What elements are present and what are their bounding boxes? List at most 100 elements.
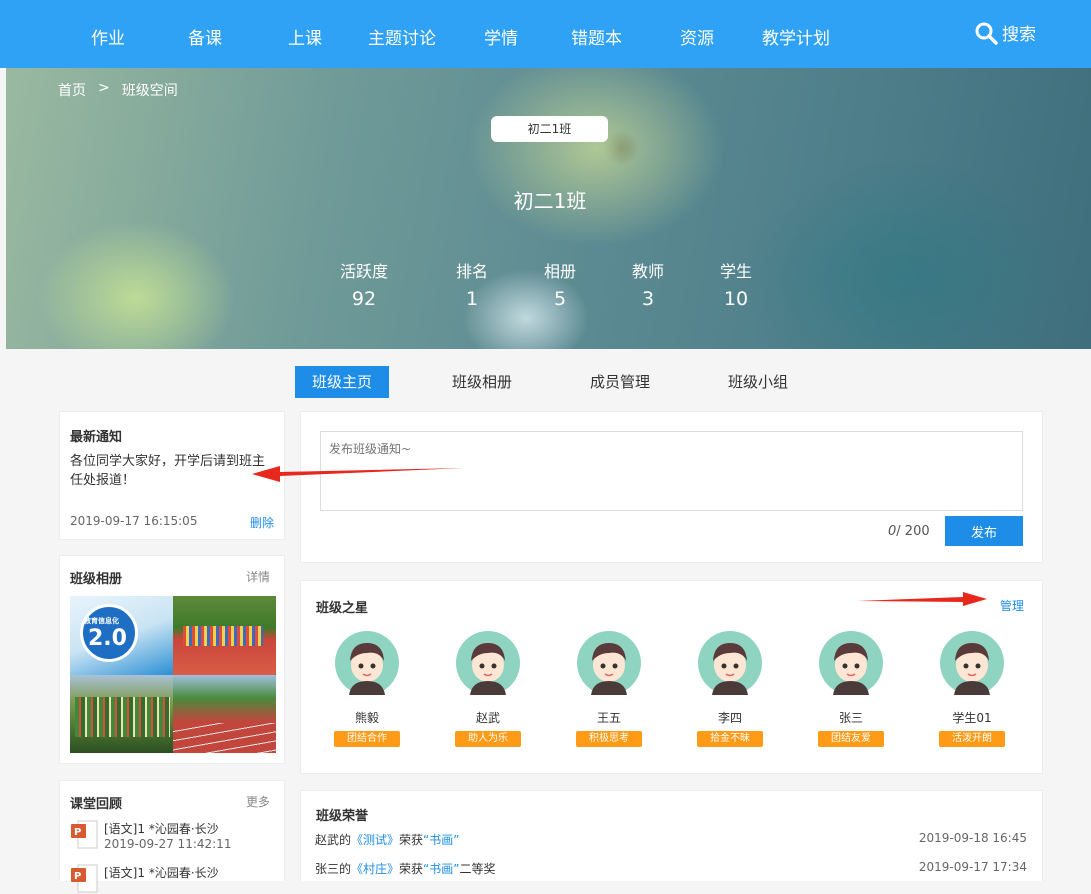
notice-title: 最新通知 (70, 430, 123, 445)
album-photo-3[interactable] (70, 675, 173, 753)
nav-lesson-prep[interactable]: 备课 (188, 24, 222, 49)
honor-who: 张三的 (315, 862, 352, 876)
stat-rank: 排名 1 (440, 258, 504, 310)
star-badge: 团结合作 (334, 731, 400, 747)
class-title: 初二1班 (513, 189, 587, 213)
stat-value: 3 (641, 288, 655, 310)
svg-text:P: P (74, 827, 81, 838)
stat-value: 5 (553, 288, 567, 310)
star-badge: 团结友爱 (818, 731, 884, 747)
student-avatar (698, 631, 762, 695)
star-item[interactable]: 赵武 助人为乐 (443, 631, 533, 747)
stat-value: 92 (351, 288, 377, 310)
honor-time: 2019-09-17 17:34 (918, 860, 1027, 874)
breadcrumb-separator: > (98, 80, 110, 96)
nav-homework[interactable]: 作业 (91, 24, 125, 49)
tab-member-management[interactable]: 成员管理 (573, 366, 667, 398)
album-detail-link[interactable]: 详情 (246, 568, 270, 585)
search-icon (975, 22, 998, 45)
star-badge: 活泼开朗 (939, 731, 1005, 747)
nav-analytics[interactable]: 学情 (484, 24, 518, 49)
nav-teaching-plan[interactable]: 教学计划 (762, 24, 830, 49)
star-item[interactable]: 王五 积极思考 (564, 631, 654, 747)
stat-teachers: 教师 3 (616, 258, 680, 310)
student-avatar (335, 631, 399, 695)
honor-award: “书画” (423, 862, 460, 876)
stat-label: 排名 (455, 262, 488, 281)
nav-resources[interactable]: 资源 (680, 24, 714, 49)
publish-button[interactable]: 发布 (945, 516, 1023, 546)
stars-manage-link[interactable]: 管理 (1000, 597, 1024, 614)
review-item[interactable]: P [语文]1 *沁园春·长沙 2019-09-27 11:42:11 (70, 820, 231, 851)
tab-class-album[interactable]: 班级相册 (435, 366, 529, 398)
star-badge: 积极思考 (576, 731, 642, 747)
stat-students: 学生 10 (704, 258, 768, 310)
review-item-time: 2019-09-27 11:42:11 (104, 837, 232, 851)
student-avatar (819, 631, 883, 695)
svg-text:P: P (74, 871, 81, 882)
honor-award: “书画” (423, 833, 460, 847)
honor-row: 赵武的《测试》荣获“书画” 2019-09-18 16:45 (315, 831, 1027, 848)
notice-delete-link[interactable]: 删除 (250, 514, 274, 531)
star-name: 熊毅 (354, 711, 379, 725)
tab-class-home[interactable]: 班级主页 (295, 366, 389, 398)
breadcrumb-home[interactable]: 首页 (58, 80, 86, 100)
stat-label: 活跃度 (339, 262, 388, 281)
stat-activity: 活跃度 92 (332, 258, 396, 310)
honor-work-link[interactable]: 《测试》 (351, 833, 399, 847)
student-avatar (577, 631, 641, 695)
star-name: 赵武 (475, 711, 500, 725)
album-photo-4[interactable] (173, 675, 276, 753)
stat-value: 10 (723, 288, 749, 310)
review-item-title: [语文]1 *沁园春·长沙 (104, 866, 219, 880)
honor-row: 张三的《村庄》荣获“书画”二等奖 2019-09-17 17:34 (315, 860, 1027, 877)
star-item[interactable]: 张三 团结友爱 (806, 631, 896, 747)
star-badge: 拾金不昧 (697, 731, 763, 747)
class-pill: 初二1班 (491, 116, 608, 142)
annotation-arrow-right (857, 592, 987, 606)
honor-who: 赵武的 (315, 833, 352, 847)
nav-class[interactable]: 上课 (288, 24, 322, 49)
star-item[interactable]: 熊毅 团结合作 (322, 631, 412, 747)
student-avatar (456, 631, 520, 695)
ppt-file-icon: P (71, 864, 98, 893)
stat-value: 1 (465, 288, 479, 310)
star-item[interactable]: 学生01 活泼开朗 (927, 631, 1017, 747)
album-photo-2[interactable] (173, 596, 276, 675)
stars-title: 班级之星 (316, 601, 369, 616)
stat-label: 教师 (631, 262, 664, 281)
nav-discussion[interactable]: 主题讨论 (368, 24, 436, 49)
ppt-file-icon: P (71, 820, 98, 849)
breadcrumb-current: 班级空间 (121, 83, 178, 99)
album-photo-1-number: 2.0 (88, 626, 127, 651)
stat-label: 相册 (543, 262, 576, 281)
star-item[interactable]: 李四 拾金不昧 (685, 631, 775, 747)
star-name: 张三 (838, 711, 863, 725)
honor-time: 2019-09-18 16:45 (918, 831, 1027, 845)
album-photo-1-caption: 教育信息化 (84, 617, 119, 625)
honors-title: 班级荣誉 (316, 809, 369, 824)
top-nav: 作业 备课 上课 主题讨论 学情 错题本 资源 教学计划 搜索 (0, 0, 1091, 68)
star-badge: 助人为乐 (455, 731, 521, 747)
album-panel: 班级相册 详情 教育信息化 2.0 (59, 555, 285, 764)
annotation-arrow-left (252, 466, 464, 482)
nav-wrong-questions[interactable]: 错题本 (571, 24, 622, 49)
album-photo-1[interactable]: 教育信息化 2.0 (70, 596, 173, 675)
review-more-link[interactable]: 更多 (246, 793, 270, 810)
honor-work-link[interactable]: 《村庄》 (351, 862, 399, 876)
char-counter: 0/ 200 (888, 524, 930, 539)
stat-album: 相册 5 (528, 258, 592, 310)
tab-class-groups[interactable]: 班级小组 (711, 366, 805, 398)
review-title: 课堂回顾 (70, 797, 123, 812)
char-max: / 200 (896, 524, 930, 539)
stat-label: 学生 (719, 262, 752, 281)
breadcrumb: 首页 > 班级空间 (58, 80, 178, 100)
student-avatar (940, 631, 1004, 695)
notice-text: 各位同学大家好，开学后请到班主任处报道！ (70, 454, 266, 488)
star-name: 王五 (596, 711, 621, 725)
star-name: 学生01 (952, 711, 992, 725)
search-button[interactable]: 搜索 (974, 20, 1036, 45)
review-item[interactable]: P [语文]1 *沁园春·长沙 (70, 864, 219, 894)
honor-mid: 荣获 (399, 833, 424, 847)
honor-suffix: 二等奖 (459, 862, 496, 876)
